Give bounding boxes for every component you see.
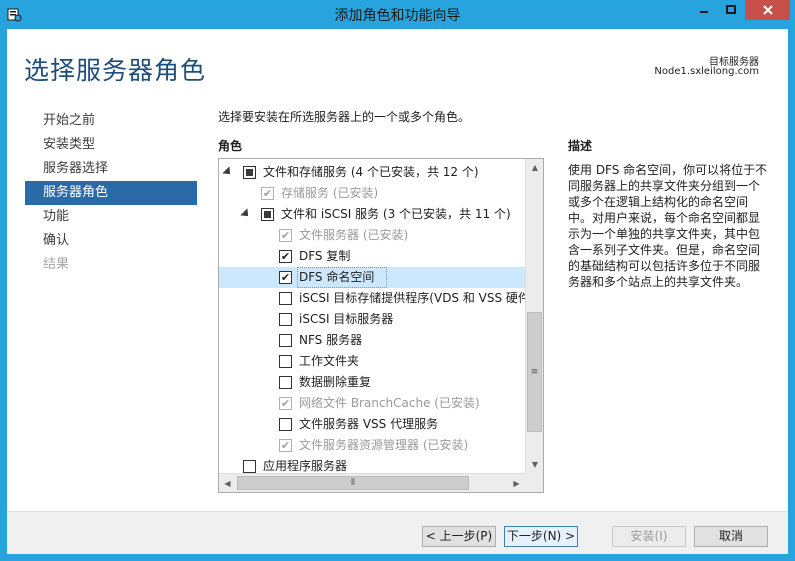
roles-tree[interactable]: 文件和存储服务 (4 个已安装，共 12 个) 存储服务 (已安装) 文件和 iSC… [218, 158, 544, 493]
vertical-scroll-thumb[interactable]: ≡ [527, 312, 542, 432]
role-checkbox[interactable] [243, 460, 256, 473]
wizard-nav: 开始之前 安装类型 服务器选择 服务器角色 功能 确认 结果 [25, 109, 197, 277]
role-row[interactable]: 文件和 iSCSI 服务 (3 个已安装，共 11 个) [219, 204, 525, 225]
role-label: 数据删除重复 [299, 375, 372, 389]
role-label: 应用程序服务器 [263, 459, 348, 473]
horizontal-scroll-thumb[interactable]: ⦀ [237, 476, 469, 490]
role-row[interactable]: DFS 复制 [219, 246, 525, 267]
role-checkbox[interactable] [279, 418, 292, 431]
horizontal-scrollbar[interactable]: ◀ ⦀ ▶ [219, 473, 525, 492]
maximize-button[interactable] [718, 0, 744, 20]
role-row[interactable]: 文件服务器 VSS 代理服务 [219, 414, 525, 435]
minimize-button[interactable] [690, 0, 717, 20]
close-icon [762, 5, 773, 15]
previous-button[interactable]: < 上一步(P) [422, 526, 496, 547]
role-checkbox[interactable] [279, 292, 292, 305]
role-checkbox[interactable] [261, 208, 274, 221]
title-bar[interactable]: 添加角色和功能向导 [0, 0, 795, 28]
nav-item-results: 结果 [43, 257, 70, 272]
nav-item-features[interactable]: 功能 [25, 205, 197, 229]
vertical-scrollbar[interactable]: ▲ ≡ ▼ [525, 159, 543, 473]
scroll-up-icon[interactable]: ▲ [526, 159, 543, 176]
role-label: DFS 复制 [299, 249, 351, 263]
role-label: 网络文件 BranchCache (已安装) [299, 396, 480, 410]
role-checkbox[interactable] [279, 334, 292, 347]
nav-item-confirmation[interactable]: 确认 [25, 229, 197, 253]
role-checkbox [279, 397, 292, 410]
role-label: 文件服务器资源管理器 (已安装) [299, 438, 469, 452]
description-header: 描述 [568, 139, 593, 153]
role-label: 文件服务器 VSS 代理服务 [299, 417, 439, 431]
page-title: 选择服务器角色 [24, 56, 207, 85]
nav-item-before-you-begin[interactable]: 开始之前 [25, 109, 197, 133]
role-checkbox[interactable] [243, 166, 256, 179]
minimize-icon [699, 11, 708, 13]
role-checkbox[interactable] [279, 313, 292, 326]
role-label: 工作文件夹 [299, 354, 360, 368]
role-row[interactable]: iSCSI 目标服务器 [219, 309, 525, 330]
window-frame: 添加角色和功能向导 选择服务器角色 目标服务器 Node1.sxleilong.… [0, 0, 795, 561]
expand-collapse-icon[interactable] [222, 166, 234, 178]
role-checkbox[interactable] [279, 250, 292, 263]
scroll-down-icon[interactable]: ▼ [526, 456, 543, 473]
role-row[interactable]: iSCSI 目标存储提供程序(VDS 和 VSS 硬件提 [219, 288, 525, 309]
role-row[interactable]: NFS 服务器 [219, 330, 525, 351]
close-button[interactable] [745, 0, 790, 20]
scroll-left-icon[interactable]: ◀ [219, 474, 236, 492]
nav-item-installation-type[interactable]: 安装类型 [25, 133, 197, 157]
role-row[interactable]: 文件服务器资源管理器 (已安装) [219, 435, 525, 456]
roles-tree-viewport: 文件和存储服务 (4 个已安装，共 12 个) 存储服务 (已安装) 文件和 iSC… [219, 159, 525, 473]
role-label: DFS 命名空间 [299, 270, 375, 284]
install-button: 安装(I) [612, 526, 686, 547]
expand-collapse-icon[interactable] [240, 208, 252, 220]
maximize-icon [726, 5, 736, 14]
description-text: 使用 DFS 命名空间，你可以将位于不同服务器上的共享文件夹分组到一个或多个在逻… [568, 163, 768, 289]
instruction-text: 选择要安装在所选服务器上的一个或多个角色。 [218, 110, 471, 124]
window-title: 添加角色和功能向导 [334, 8, 461, 24]
role-checkbox [261, 187, 274, 200]
destination-server-value: Node1.sxleilong.com [654, 66, 759, 77]
role-label: 存储服务 (已安装) [281, 186, 379, 200]
role-checkbox[interactable] [279, 271, 292, 284]
scrollbar-corner [525, 473, 543, 492]
role-label: 文件和 iSCSI 服务 (3 个已安装，共 11 个) [281, 207, 511, 221]
role-checkbox [279, 229, 292, 242]
role-checkbox[interactable] [279, 355, 292, 368]
role-row[interactable]: 应用程序服务器 [219, 456, 525, 473]
role-row[interactable]: 网络文件 BranchCache (已安装) [219, 393, 525, 414]
role-row[interactable]: 文件和存储服务 (4 个已安装，共 12 个) [219, 162, 525, 183]
nav-item-server-selection[interactable]: 服务器选择 [25, 157, 197, 181]
roles-header: 角色 [218, 139, 243, 153]
role-label: iSCSI 目标服务器 [299, 312, 394, 326]
role-row[interactable]: 工作文件夹 [219, 351, 525, 372]
nav-item-server-roles[interactable]: 服务器角色 [25, 181, 197, 205]
wizard-footer: < 上一步(P) 下一步(N) > 安装(I) 取消 [7, 511, 788, 554]
role-label: iSCSI 目标存储提供程序(VDS 和 VSS 硬件提 [299, 291, 525, 305]
role-row[interactable]: 存储服务 (已安装) [219, 183, 525, 204]
role-checkbox[interactable] [279, 376, 292, 389]
role-label: 文件和存储服务 (4 个已安装，共 12 个) [263, 165, 479, 179]
role-checkbox [279, 439, 292, 452]
next-button[interactable]: 下一步(N) > [504, 526, 578, 547]
role-row[interactable]: 文件服务器 (已安装) [219, 225, 525, 246]
role-label: 文件服务器 (已安装) [299, 228, 409, 242]
role-row[interactable]: DFS 命名空间 [219, 267, 525, 288]
cancel-button[interactable]: 取消 [694, 526, 768, 547]
scroll-right-icon[interactable]: ▶ [508, 474, 525, 492]
role-label: NFS 服务器 [299, 333, 363, 347]
role-row[interactable]: 数据删除重复 [219, 372, 525, 393]
wizard-body: 选择服务器角色 目标服务器 Node1.sxleilong.com 开始之前 安… [7, 29, 788, 554]
